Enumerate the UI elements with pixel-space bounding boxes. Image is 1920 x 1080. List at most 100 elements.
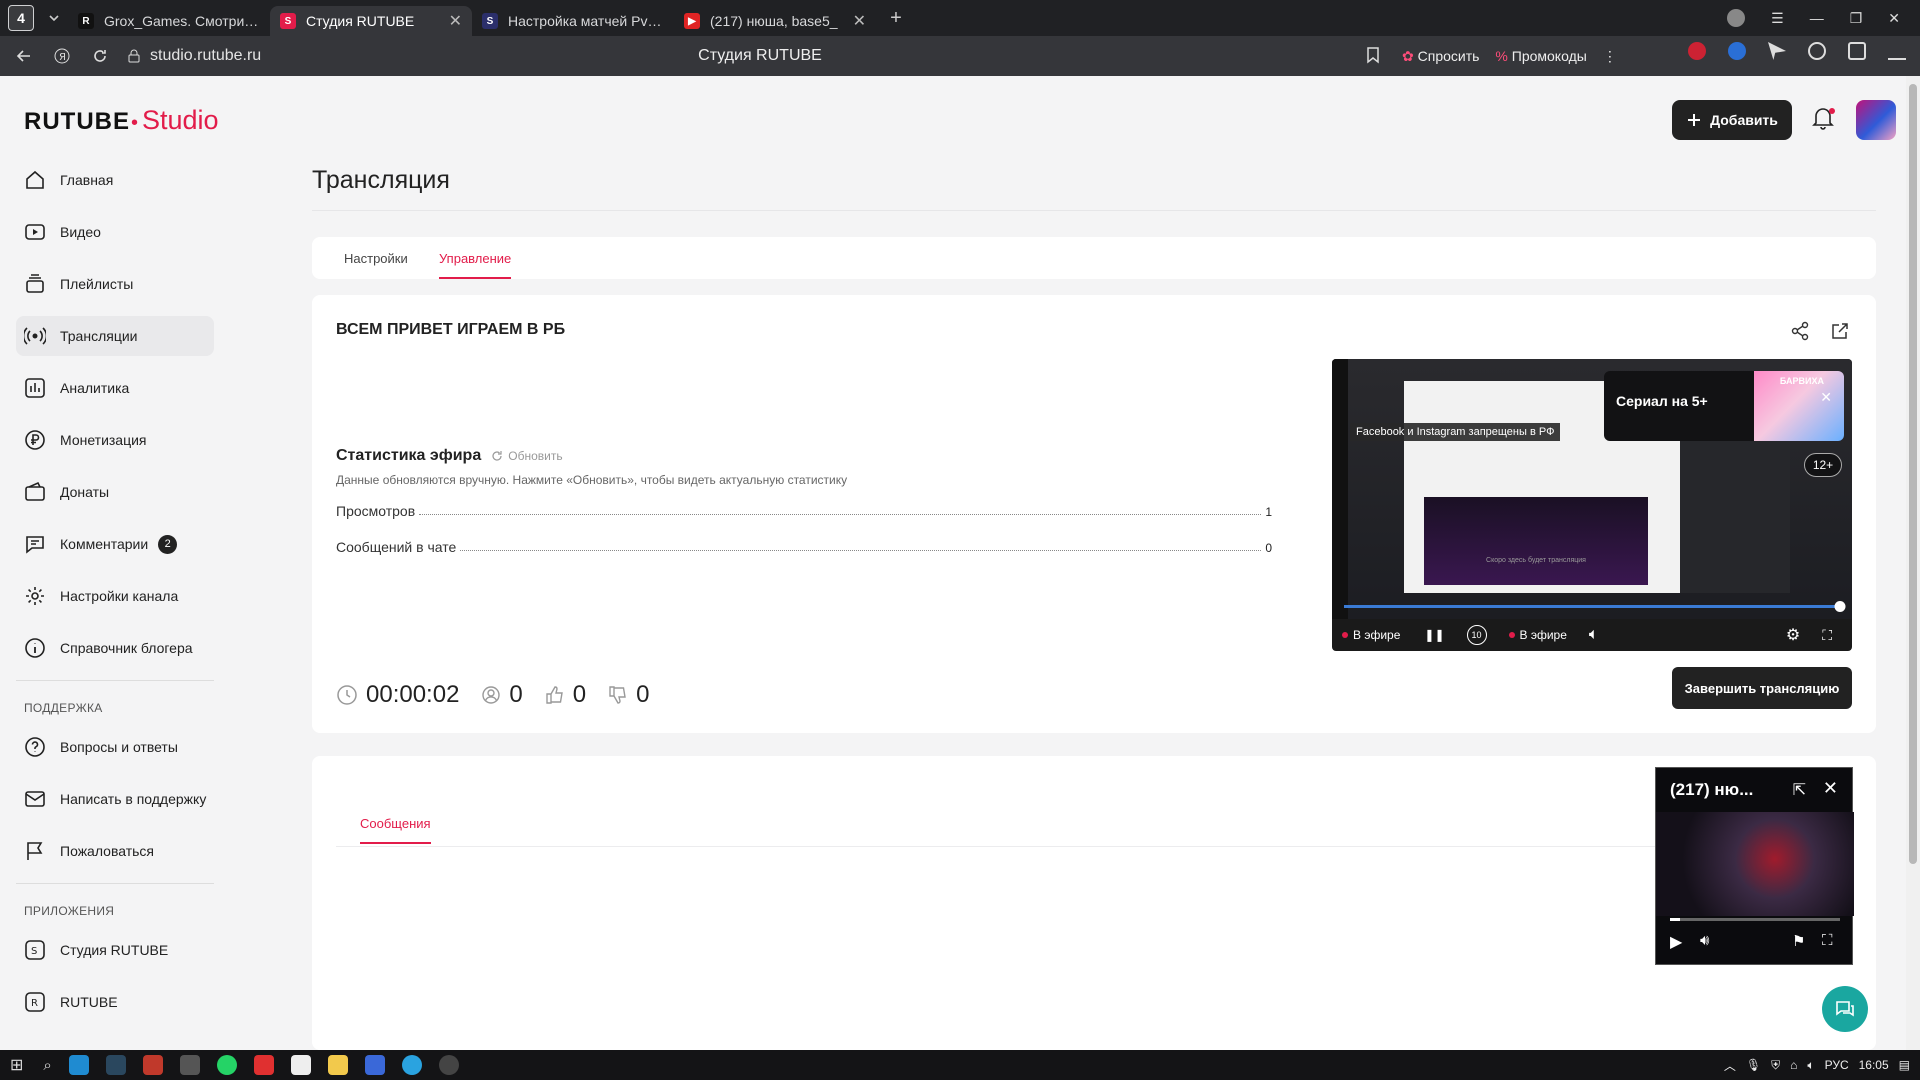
support-chat-button[interactable] bbox=[1822, 986, 1868, 1032]
restore-icon[interactable]: ❐ bbox=[1850, 10, 1863, 27]
youtube-favicon-icon: ▶ bbox=[684, 13, 700, 29]
refresh-button[interactable]: Обновить bbox=[491, 449, 563, 463]
logo-sub: Studio bbox=[142, 105, 219, 135]
sidebar-item-comments[interactable]: Комментарии 2 bbox=[16, 524, 214, 564]
end-stream-button[interactable]: Завершить трансляцию bbox=[1672, 667, 1852, 709]
page-scrollbar[interactable] bbox=[1906, 76, 1920, 1050]
clock[interactable]: 16:05 bbox=[1859, 1058, 1889, 1072]
tab-management[interactable]: Управление bbox=[439, 251, 512, 279]
browser-tab-active[interactable]: S Студия RUTUBE ✕ bbox=[270, 6, 472, 36]
bookmark-icon[interactable] bbox=[1366, 46, 1380, 64]
add-button[interactable]: Добавить bbox=[1672, 100, 1792, 140]
progress-knob[interactable] bbox=[1834, 601, 1846, 612]
close-promo-icon[interactable]: ✕ bbox=[1820, 389, 1832, 406]
tab-settings[interactable]: Настройки bbox=[344, 251, 408, 266]
telegram-icon[interactable] bbox=[401, 1055, 422, 1075]
new-tab-button[interactable]: + bbox=[884, 6, 908, 30]
sidebar-item-faq[interactable]: Вопросы и ответы bbox=[16, 727, 214, 767]
obs-icon[interactable] bbox=[438, 1055, 459, 1075]
browser-tab[interactable]: R Grox_Games. Смотрите в bbox=[68, 6, 270, 36]
close-icon[interactable]: ✕ bbox=[1823, 778, 1838, 799]
edge-icon[interactable] bbox=[68, 1055, 89, 1075]
fullscreen-icon[interactable]: ⛶ bbox=[1822, 932, 1833, 949]
sidebar-item-broadcasts[interactable]: Трансляции bbox=[16, 316, 214, 356]
mini-player-video[interactable] bbox=[1656, 812, 1854, 916]
player-progress[interactable] bbox=[1344, 601, 1846, 612]
volume-icon[interactable]: 🔈︎ bbox=[1589, 626, 1599, 644]
network-icon[interactable]: ⌂ bbox=[1790, 1058, 1797, 1072]
language-indicator[interactable]: РУС bbox=[1825, 1058, 1849, 1072]
sidebar-item-playlists[interactable]: Плейлисты bbox=[16, 264, 214, 304]
search-icon[interactable]: ⌕ bbox=[43, 1057, 51, 1074]
profile-icon[interactable] bbox=[1727, 9, 1746, 27]
expand-icon[interactable]: ⇱ bbox=[1793, 780, 1806, 800]
media-icon[interactable] bbox=[1808, 42, 1826, 60]
notifications-icon[interactable]: ▤ bbox=[1899, 1058, 1910, 1072]
settings-icon[interactable]: ⚙︎ bbox=[1786, 625, 1800, 645]
sidebar-item-report[interactable]: Пожаловаться bbox=[16, 831, 214, 871]
stat-label: Сообщений в чате bbox=[336, 539, 457, 555]
minimize-icon[interactable]: — bbox=[1810, 10, 1824, 26]
external-link-icon[interactable] bbox=[1830, 321, 1852, 343]
volume-icon[interactable]: 🔊︎ bbox=[1700, 932, 1709, 949]
sidebar-item-write-support[interactable]: Написать в поддержку bbox=[16, 779, 214, 819]
tab-count-button[interactable]: 4 bbox=[8, 5, 34, 31]
sidebar-item-studio-app[interactable]: S Студия RUTUBE bbox=[16, 930, 214, 970]
app-icon[interactable] bbox=[179, 1055, 200, 1075]
browser-tab[interactable]: S Настройка матчей PvP в bbox=[472, 6, 674, 36]
sidebar-item-analytics[interactable]: Аналитика bbox=[16, 368, 214, 408]
bell-icon[interactable] bbox=[1812, 106, 1835, 130]
share-icon[interactable] bbox=[1790, 321, 1812, 343]
browser-icon[interactable] bbox=[290, 1055, 311, 1075]
ask-button[interactable]: ✿ Спросить bbox=[1402, 48, 1479, 65]
add-button-label: Добавить bbox=[1710, 112, 1778, 128]
rutube-studio-logo[interactable]: RUTUBE • Studio bbox=[24, 105, 219, 136]
extension-icon[interactable] bbox=[1728, 42, 1746, 60]
folder-icon[interactable] bbox=[327, 1055, 348, 1075]
microphone-icon[interactable]: 🎙︎ bbox=[1746, 1058, 1761, 1072]
download-icon[interactable] bbox=[1888, 42, 1906, 60]
collections-icon[interactable] bbox=[1848, 42, 1866, 60]
whatsapp-icon[interactable] bbox=[216, 1055, 237, 1075]
dotted-leader bbox=[419, 514, 1262, 515]
close-tab-icon[interactable]: ✕ bbox=[853, 11, 866, 31]
avatar[interactable] bbox=[1856, 100, 1896, 140]
browser-tab[interactable]: ▶ (217) нюша, base5_ ✕ bbox=[674, 6, 876, 36]
close-window-icon[interactable]: ✕ bbox=[1888, 10, 1900, 27]
sidebar-item-monetization[interactable]: Монетизация bbox=[16, 420, 214, 460]
chevron-down-icon[interactable] bbox=[40, 4, 68, 32]
live-indicator[interactable]: В эфире bbox=[1508, 628, 1567, 642]
promo-button[interactable]: % Промокоды bbox=[1495, 48, 1586, 64]
sidebar-item-blogger-guide[interactable]: Справочник блогера bbox=[16, 628, 214, 668]
chevron-up-icon[interactable]: ︿ bbox=[1724, 1057, 1736, 1074]
mini-player-progress[interactable] bbox=[1670, 918, 1840, 921]
tab-messages[interactable]: Сообщения bbox=[360, 816, 431, 844]
player-screen[interactable]: Скоро здесь будет трансляция Facebook и … bbox=[1332, 359, 1852, 619]
play-icon[interactable]: ▶ bbox=[1670, 932, 1682, 952]
app-icon[interactable] bbox=[364, 1055, 385, 1075]
cursor-icon[interactable] bbox=[1768, 42, 1786, 60]
rewind-10-icon[interactable]: 10 bbox=[1466, 625, 1487, 645]
app-icon[interactable] bbox=[142, 1055, 163, 1075]
sidebar-item-channel-settings[interactable]: Настройки канала bbox=[16, 576, 214, 616]
sidebar-item-home[interactable]: Главная bbox=[16, 160, 214, 200]
bookmark-icon[interactable]: ⚑ bbox=[1792, 932, 1805, 950]
fullscreen-icon[interactable]: ⛶ bbox=[1822, 627, 1832, 644]
yandex-app-icon[interactable] bbox=[253, 1055, 274, 1075]
security-icon[interactable]: ⛨ bbox=[1771, 1058, 1780, 1073]
tab-search-icon[interactable]: ☰ bbox=[1771, 10, 1784, 27]
mini-player[interactable]: (217) ню... ⇱ ✕ ▶ 🔊︎ ⚑ ⛶ bbox=[1655, 767, 1854, 965]
more-icon[interactable]: ⋮ bbox=[1603, 48, 1617, 65]
sidebar-item-donations[interactable]: Донаты bbox=[16, 472, 214, 512]
speaker-icon[interactable]: 🔈︎ bbox=[1807, 1058, 1814, 1073]
extension-icon[interactable] bbox=[1688, 42, 1706, 60]
close-tab-icon[interactable]: ✕ bbox=[449, 11, 462, 31]
promo-banner[interactable]: Сериал на 5+ БАРВИХА ✕ bbox=[1604, 371, 1844, 441]
sidebar-item-rutube-app[interactable]: R RUTUBE bbox=[16, 982, 214, 1022]
sidebar-item-video[interactable]: Видео bbox=[16, 212, 214, 252]
pause-icon[interactable]: ❚❚ bbox=[1424, 628, 1444, 642]
steam-icon[interactable] bbox=[105, 1055, 126, 1075]
windows-start-icon[interactable]: ⊞ bbox=[10, 1055, 23, 1075]
stream-preview-player[interactable]: Скоро здесь будет трансляция Facebook и … bbox=[1332, 359, 1852, 651]
scroll-thumb[interactable] bbox=[1909, 84, 1917, 864]
